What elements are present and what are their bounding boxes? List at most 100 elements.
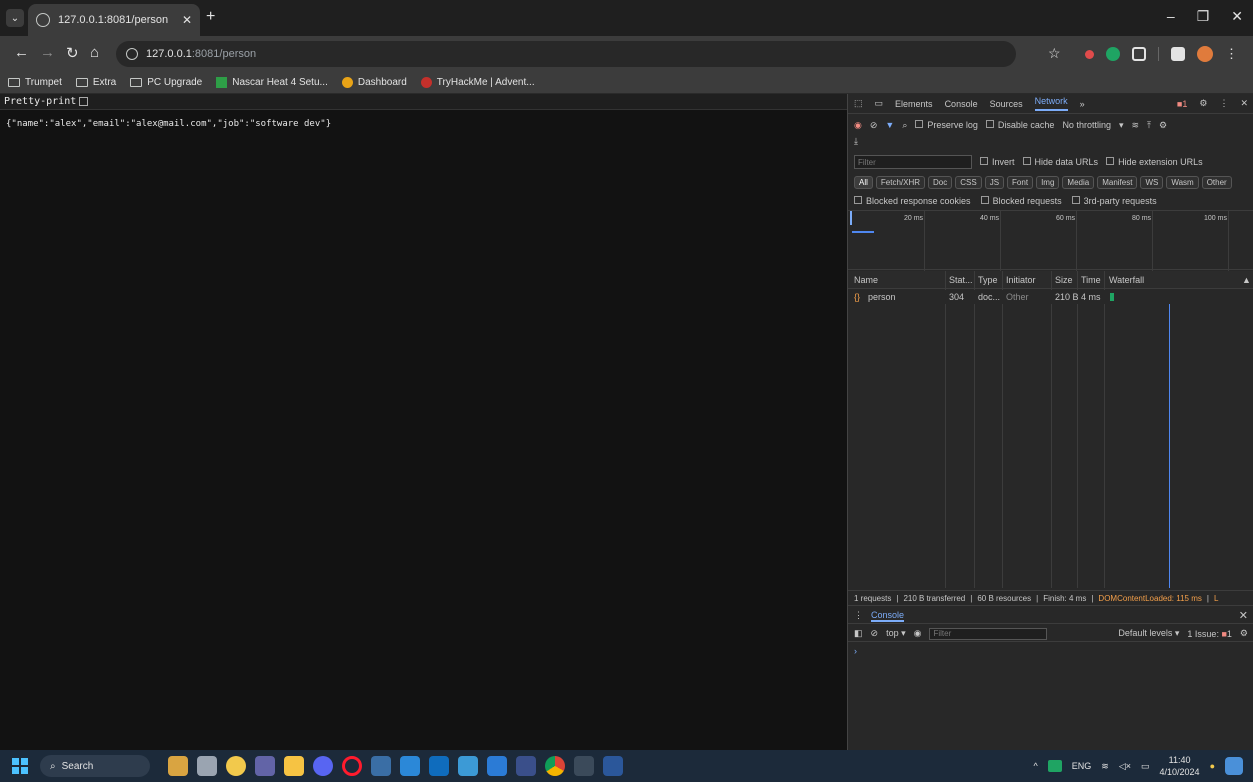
settings-gear-icon[interactable]: ⚙ <box>1199 98 1207 109</box>
word-icon[interactable] <box>603 756 623 776</box>
live-expression-eye-icon[interactable]: ◉ <box>914 628 922 639</box>
tab-console[interactable]: Console <box>945 99 978 109</box>
more-tabs-icon[interactable]: » <box>1080 99 1085 109</box>
console-prompt[interactable]: › <box>848 644 1253 658</box>
bookmark-tryhackme[interactable]: TryHackMe | Advent... <box>420 77 535 88</box>
bookmark-star-icon[interactable]: ☆ <box>1048 45 1061 62</box>
tab-search-button[interactable]: ⌄ <box>6 9 24 27</box>
console-sidebar-icon[interactable]: ◧ <box>854 628 863 639</box>
site-info-icon[interactable] <box>126 48 138 60</box>
blocked-requests-option[interactable]: Blocked requests <box>980 196 1062 206</box>
preserve-log-option[interactable]: Preserve log <box>915 120 978 130</box>
task-view-icon[interactable] <box>197 756 217 776</box>
extension-red-icon[interactable] <box>1085 49 1094 59</box>
wifi-icon[interactable]: ≋ <box>1101 761 1109 772</box>
home-icon[interactable]: ⌂ <box>90 44 99 61</box>
opera-icon[interactable] <box>342 756 362 776</box>
type-img[interactable]: Img <box>1036 175 1060 189</box>
taskbar-search[interactable]: ⌕ Search <box>40 755 150 777</box>
network-conditions-icon[interactable]: ≋ <box>1132 120 1140 131</box>
import-har-icon[interactable]: ⤒ <box>1147 120 1151 131</box>
side-panel-icon[interactable] <box>1171 47 1185 61</box>
type-manifest[interactable]: Manifest <box>1097 175 1138 189</box>
reload-icon[interactable]: ↻ <box>66 44 79 62</box>
close-drawer-icon[interactable]: ✕ <box>1239 609 1248 622</box>
network-overview-timeline[interactable]: 20 ms 40 ms 60 ms 80 ms 100 ms <box>848 210 1253 271</box>
inspect-icon[interactable]: ⬚ <box>854 98 863 109</box>
type-wasm[interactable]: Wasm <box>1166 175 1199 189</box>
bookmark-nascar[interactable]: Nascar Heat 4 Setu... <box>216 77 328 88</box>
filter-funnel-icon[interactable]: ▼ <box>885 120 894 130</box>
throttling-select[interactable]: No throttling <box>1062 120 1111 130</box>
tab-elements[interactable]: Elements <box>895 99 933 109</box>
mail-icon[interactable] <box>429 756 449 776</box>
bookmark-dashboard[interactable]: Dashboard <box>341 77 407 88</box>
widgets-icon[interactable] <box>168 756 188 776</box>
blocked-cookies-option[interactable]: Blocked response cookies <box>854 196 971 206</box>
teams-icon[interactable] <box>255 756 275 776</box>
hide-extension-urls-option[interactable]: Hide extension URLs <box>1106 157 1203 167</box>
extensions-puzzle-icon[interactable] <box>1132 47 1146 61</box>
copilot-icon[interactable] <box>1225 757 1243 775</box>
language-indicator[interactable]: ENG <box>1072 761 1092 771</box>
type-js[interactable]: JS <box>984 175 1005 189</box>
volume-icon[interactable]: ◁× <box>1119 761 1131 772</box>
restore-icon[interactable]: ❐ <box>1197 8 1210 25</box>
console-settings-icon[interactable]: ⚙ <box>1240 628 1248 639</box>
console-filter-input[interactable]: Filter <box>929 627 1048 640</box>
app-icon-blue[interactable] <box>371 756 391 776</box>
powershell-icon[interactable] <box>516 756 536 776</box>
record-icon[interactable]: ◉ <box>854 120 862 131</box>
context-select[interactable]: top ▾ <box>886 628 906 639</box>
vscode-icon[interactable] <box>487 756 507 776</box>
clear-icon[interactable]: ⊘ <box>870 120 878 131</box>
bookmark-pc-upgrade[interactable]: PC Upgrade <box>130 77 202 88</box>
chevron-down-icon[interactable]: ▾ <box>1119 120 1124 131</box>
table-row[interactable]: {} person 304 doc... Other 210 B 4 ms <box>848 290 1253 304</box>
extension-grammarly-icon[interactable] <box>1106 47 1120 61</box>
close-devtools-icon[interactable]: ✕ <box>1240 98 1248 109</box>
issues-badge[interactable]: ■1 <box>1177 99 1187 109</box>
close-window-icon[interactable]: ✕ <box>1231 8 1243 25</box>
col-name[interactable]: Name <box>854 275 878 285</box>
type-fetch-xhr[interactable]: Fetch/XHR <box>875 175 926 189</box>
tab-network[interactable]: Network <box>1034 96 1068 111</box>
devtools-menu-icon[interactable]: ⋮ <box>1219 98 1228 109</box>
forward-icon[interactable]: → <box>40 44 55 61</box>
col-status[interactable]: Stat... <box>949 275 973 285</box>
third-party-option[interactable]: 3rd-party requests <box>1071 196 1157 206</box>
col-waterfall[interactable]: Waterfall <box>1109 275 1144 285</box>
tray-overflow-icon[interactable]: ^ <box>1034 761 1038 771</box>
new-tab-button[interactable]: + <box>206 8 215 26</box>
invert-option[interactable]: Invert <box>980 157 1015 167</box>
timeline-handle[interactable] <box>850 211 852 225</box>
app-icon-arch[interactable] <box>400 756 420 776</box>
bookmark-trumpet[interactable]: Trumpet <box>8 77 62 88</box>
profile-avatar[interactable] <box>1197 46 1213 62</box>
network-settings-icon[interactable]: ⚙ <box>1159 120 1167 131</box>
type-font[interactable]: Font <box>1007 175 1034 189</box>
address-bar[interactable]: 127.0.0.1 :8081/person <box>116 41 1016 67</box>
app-icon-yellow[interactable] <box>226 756 246 776</box>
chrome-icon[interactable] <box>545 756 565 776</box>
col-initiator[interactable]: Initiator <box>1006 275 1036 285</box>
terminal-icon[interactable] <box>574 756 594 776</box>
col-time[interactable]: Time <box>1081 275 1101 285</box>
app-icon-store[interactable] <box>458 756 478 776</box>
file-explorer-icon[interactable] <box>284 756 304 776</box>
battery-icon[interactable]: ▭ <box>1141 761 1150 772</box>
export-har-icon[interactable]: ⤓ <box>854 136 858 147</box>
tab-sources[interactable]: Sources <box>990 99 1023 109</box>
drawer-tab-console[interactable]: Console <box>871 610 905 622</box>
console-clear-icon[interactable]: ⊘ <box>871 628 879 639</box>
notification-bell-icon[interactable]: ● <box>1210 761 1215 771</box>
discord-icon[interactable] <box>313 756 333 776</box>
type-all[interactable]: All <box>854 175 873 189</box>
browser-tab[interactable]: 127.0.0.1:8081/person ✕ <box>28 4 200 36</box>
console-issues[interactable]: 1 Issue: ■1 <box>1187 629 1232 639</box>
col-type[interactable]: Type <box>978 275 998 285</box>
filter-input[interactable]: Filter <box>854 155 972 169</box>
pretty-print-checkbox[interactable] <box>79 97 89 106</box>
search-icon[interactable]: ⌕ <box>902 120 907 131</box>
windows-start-icon[interactable] <box>12 758 28 774</box>
